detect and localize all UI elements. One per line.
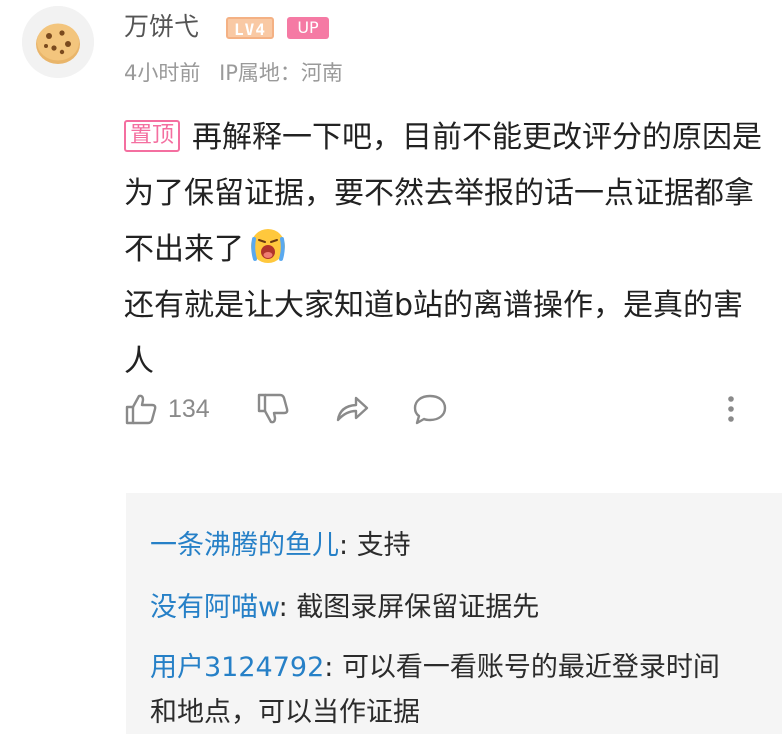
level-badge: LV4 (226, 17, 274, 39)
share-icon (336, 396, 369, 422)
reply-separator: : (324, 652, 342, 683)
reply-separator: : (278, 592, 297, 623)
pinned-tag: 置顶 (124, 120, 181, 152)
comment-page: 万饼弋 LV4 UP 4小时前 IP属地：河南 置顶 再解释一下吧，目前不能更改评… (0, 0, 782, 734)
username[interactable]: 万饼弋 (124, 10, 199, 44)
comment-time: 4小时前 (124, 61, 201, 85)
reply-text: 截图录屏保留证据先 (296, 592, 540, 623)
dislike-button[interactable] (256, 386, 290, 432)
comment-paragraph-2: 还有就是让大家知道b站的离谱操作，是真的害人 (124, 288, 744, 379)
avatar[interactable] (22, 6, 94, 78)
like-count: 134 (168, 394, 210, 423)
cookie-avatar-icon (22, 6, 94, 78)
share-button[interactable] (334, 386, 370, 432)
action-bar: 134 (124, 386, 754, 432)
reply-text: 支持 (356, 530, 411, 561)
comment-paragraph-1: 置顶 再解释一下吧，目前不能更改评分的原因是为了保留证据，要不然去举报的话一点证据… (124, 110, 764, 278)
thumbs-down-icon (257, 393, 289, 424)
ip-location: IP属地：河南 (219, 61, 343, 85)
reply-username[interactable]: 没有阿喵w (150, 592, 279, 623)
crying-emoji-icon (248, 225, 288, 265)
reply-item[interactable]: 没有阿喵w: 截图录屏保留证据先 (150, 585, 740, 630)
reply-username[interactable]: 用户3124792 (150, 652, 324, 683)
reply-item[interactable]: 用户3124792: 可以看一看账号的最近登录时间和地点，可以当作证据 (150, 645, 740, 734)
up-badge: UP (287, 17, 329, 39)
comment-meta: 4小时前 IP属地：河南 (124, 58, 343, 88)
reply-button[interactable] (412, 386, 448, 432)
reply-separator: : (339, 530, 357, 561)
reply-item[interactable]: 一条沸腾的鱼儿: 支持 (150, 523, 740, 568)
reply-username[interactable]: 一条沸腾的鱼儿 (150, 530, 339, 561)
comment-body: 置顶 再解释一下吧，目前不能更改评分的原因是为了保留证据，要不然去举报的话一点证据… (124, 110, 764, 390)
thumbs-up-icon (125, 394, 157, 425)
more-vertical-icon (728, 396, 734, 422)
replies-box[interactable]: 一条沸腾的鱼儿: 支持 没有阿喵w: 截图录屏保留证据先 用户3124792: … (126, 493, 782, 734)
comment-icon (413, 394, 447, 425)
like-button[interactable]: 134 (124, 386, 210, 432)
more-button[interactable] (722, 386, 740, 432)
comment-text-1: 再解释一下吧，目前不能更改评分的原因是为了保留证据，要不然去举报的话一点证据都拿… (124, 120, 763, 267)
